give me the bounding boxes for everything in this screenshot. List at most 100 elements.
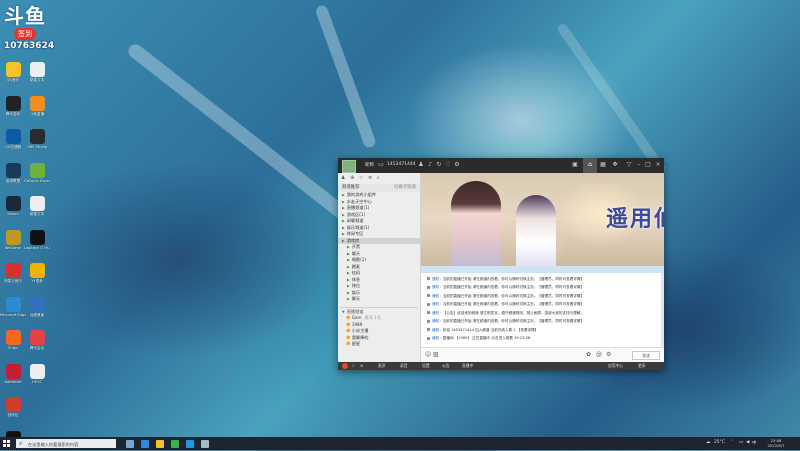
desktop-icon[interactable]: HEVC bbox=[24, 363, 50, 384]
desktop-icon[interactable]: UU加速器 bbox=[0, 129, 26, 149]
desktop-icon[interactable]: BattleNet bbox=[0, 363, 26, 384]
desktop-icon[interactable]: Microsoft Edge bbox=[0, 296, 26, 317]
heart-icon[interactable]: ♡ bbox=[445, 162, 451, 168]
home-icon[interactable]: ⌂ bbox=[587, 162, 593, 168]
desktop-icon[interactable]: 斗鱼直播 bbox=[24, 95, 50, 116]
desktop-icon[interactable]: 新建文本 bbox=[24, 196, 50, 216]
message-icon bbox=[427, 311, 430, 314]
search-icon[interactable]: ⌕ bbox=[377, 175, 380, 181]
expand-icon: ▶ bbox=[347, 251, 350, 256]
bottom-item[interactable]: 公告 bbox=[442, 363, 450, 369]
gift-icon[interactable]: ✿ bbox=[586, 351, 591, 358]
minimize-icon[interactable]: – bbox=[636, 162, 642, 168]
record-icon[interactable]: ▣ bbox=[572, 162, 578, 168]
switch-subchannel-link[interactable]: 切换子频道 bbox=[394, 184, 416, 192]
chat-scrollbar[interactable] bbox=[661, 273, 664, 347]
network-icon[interactable]: ▭ bbox=[739, 440, 743, 445]
channel-item[interactable]: ▶ 聊天 bbox=[338, 296, 420, 303]
steam-icon[interactable] bbox=[201, 440, 209, 448]
user-icon[interactable]: ♟ bbox=[341, 175, 345, 181]
clock[interactable]: 23:08 2022/6/7 bbox=[760, 438, 792, 448]
desktop-icon[interactable]: QQ音乐 bbox=[0, 62, 26, 82]
gamepad-icon[interactable]: ✥ bbox=[612, 162, 618, 168]
channel-header-title: 频道推荐 bbox=[342, 185, 360, 190]
user-name[interactable]: 昵称 bbox=[365, 162, 374, 168]
mic-level-icon[interactable]: ≋ bbox=[360, 363, 363, 368]
desktop-icon-label: 远程桌面 bbox=[29, 312, 45, 317]
desktop-icon[interactable]: Steam bbox=[0, 196, 26, 216]
member-item[interactable]: ☻ 星星 bbox=[338, 341, 420, 348]
banner-edge bbox=[421, 266, 664, 273]
channel-list-panel: ♟ ⊕ ☆ ≡ ⌕ 频道推荐 切换子频道 ▶ 我的游戏小组件 ▶ 水友天空中心 ▶ 直播频… bbox=[338, 173, 421, 363]
bottom-item[interactable]: 麦序 bbox=[378, 363, 386, 369]
app-icon bbox=[5, 330, 21, 345]
desktop-icon[interactable]: YY语音 bbox=[24, 263, 50, 283]
channel-item-label: 休息 bbox=[351, 276, 361, 282]
star-icon[interactable]: ☆ bbox=[359, 175, 363, 181]
edge-icon[interactable] bbox=[141, 440, 149, 448]
at-icon[interactable]: @ bbox=[596, 351, 602, 358]
tray-arrow-icon[interactable]: ˄ bbox=[731, 440, 733, 445]
desktop-icon[interactable]: 远程桌面 bbox=[24, 296, 50, 317]
desktop-icon[interactable]: 腾讯游戏 bbox=[0, 95, 26, 116]
mic-icon[interactable] bbox=[342, 363, 348, 369]
image-icon[interactable]: ▨ bbox=[433, 351, 439, 358]
taskbar-search[interactable]: ⌕ 在这里输入你要搜索的内容 bbox=[16, 439, 116, 448]
volume-icon[interactable]: ◀ bbox=[746, 440, 749, 445]
expand-icon: ▶ bbox=[347, 245, 350, 249]
app-icon bbox=[29, 330, 45, 345]
plus-icon[interactable]: ⊕ bbox=[350, 175, 354, 181]
task-view-icon[interactable] bbox=[126, 440, 134, 448]
bottom-item[interactable]: 设置 bbox=[422, 363, 430, 369]
desktop-icon-label: Origin bbox=[7, 346, 19, 350]
bell-icon[interactable]: ♪ bbox=[427, 162, 433, 168]
weather-icon[interactable]: ☁ bbox=[706, 440, 710, 445]
grid-icon[interactable]: ▦ bbox=[600, 162, 606, 168]
ime-icon[interactable]: 中 bbox=[752, 440, 756, 446]
desktop-icon[interactable]: 回收站 bbox=[0, 397, 26, 417]
emoji-icon[interactable]: ☺ bbox=[425, 351, 431, 358]
app-icon bbox=[5, 229, 21, 245]
desktop-icon[interactable]: 腾讯会议 bbox=[24, 330, 50, 350]
live-banner[interactable]: 遥用仙 bbox=[421, 173, 664, 273]
bottom-item[interactable]: 应用中心 bbox=[608, 363, 623, 369]
explorer-icon[interactable] bbox=[156, 440, 164, 448]
desktop-icon[interactable]: GeForce Experience bbox=[24, 162, 50, 183]
user-id[interactable]: 1453471444 bbox=[387, 162, 416, 167]
banner-character-1 bbox=[451, 181, 501, 273]
desktop-icon[interactable]: Origin bbox=[0, 330, 26, 350]
windows-start-icon[interactable] bbox=[3, 440, 10, 447]
bottom-item[interactable]: 直播中 bbox=[462, 363, 473, 369]
user-icon[interactable]: ♟ bbox=[418, 162, 424, 168]
expand-icon: ▶ bbox=[342, 199, 345, 204]
collapse-icon[interactable]: ▼ bbox=[342, 310, 345, 314]
close-icon[interactable]: × bbox=[655, 162, 661, 168]
send-button[interactable]: 发送 bbox=[632, 351, 660, 360]
chat-message: 通知：当前的直播已开始 请在频道内查看，你可以随时切换主页。【管理员，同时可查看… bbox=[421, 285, 664, 290]
refresh-icon[interactable]: ↻ bbox=[436, 162, 442, 168]
settings-icon[interactable]: ⚙ bbox=[454, 162, 460, 168]
maximize-icon[interactable]: □ bbox=[645, 162, 651, 168]
avatar[interactable] bbox=[342, 160, 356, 173]
settings-icon[interactable]: ⚙ bbox=[606, 351, 611, 358]
bottom-item[interactable]: 更多 bbox=[638, 363, 646, 369]
bottom-item[interactable]: 录音 bbox=[400, 363, 408, 369]
list-icon[interactable]: ≡ bbox=[368, 175, 372, 181]
desktop-icon[interactable]: OBS Studio bbox=[24, 129, 50, 149]
weather-temp[interactable]: 25°C bbox=[714, 440, 725, 445]
message-text: 【公告】欢迎来到频道 请文明发言，遵守频道规则，禁止刷屏，感谢大家的支持与理解。 bbox=[442, 310, 585, 315]
qq-icon[interactable] bbox=[186, 440, 194, 448]
shirt-icon[interactable]: ▽ bbox=[626, 162, 632, 168]
chrome-icon[interactable] bbox=[171, 440, 179, 448]
desktop-icon[interactable]: 英雄联盟 bbox=[0, 162, 26, 183]
chat-message: 通知：直播间 【1989】 正在直播中 点击进入观看 19:23:58 bbox=[421, 336, 664, 341]
speaker-icon[interactable]: ♪ bbox=[352, 363, 354, 368]
desktop-icon-label: HEVC bbox=[32, 379, 42, 384]
desktop-icon[interactable]: 网易云音乐 bbox=[0, 263, 26, 283]
message-icon bbox=[427, 277, 430, 280]
desktop-icon[interactable]: WeGame bbox=[0, 229, 26, 250]
desktop-icon[interactable]: Logitech G HUB bbox=[24, 229, 50, 250]
member-extra: 麦号 1号 bbox=[364, 315, 382, 320]
desktop-icon-label: 英雄联盟 bbox=[5, 178, 21, 183]
desktop-icon[interactable]: 新建文本 bbox=[24, 62, 50, 82]
